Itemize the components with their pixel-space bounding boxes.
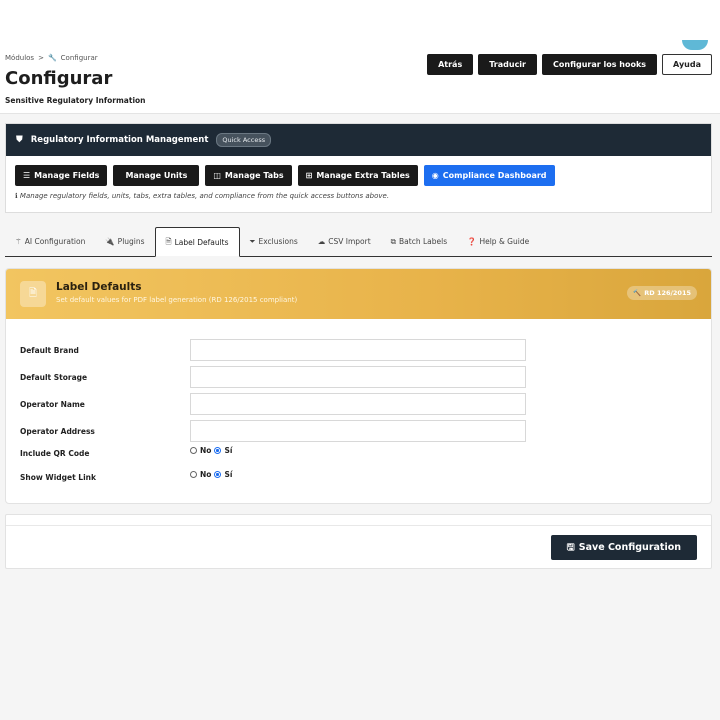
shield-icon: ⛊: [16, 135, 23, 145]
tab-label-defaults[interactable]: 🗎 Label Defaults: [154, 227, 240, 257]
include-qr-radio-group: No Sí: [190, 446, 232, 455]
form-row-operator-address: Operator Address: [20, 420, 526, 442]
floppy-disk-icon: 🖫: [566, 541, 575, 553]
default-storage-input[interactable]: [190, 366, 526, 388]
breadcrumb-separator: >: [38, 54, 44, 62]
operator-name-input[interactable]: [190, 393, 526, 415]
manage-tabs-button[interactable]: ◫ Manage Tabs: [205, 165, 292, 186]
rim-note: ℹ Manage regulatory fields, units, tabs,…: [6, 186, 711, 200]
rd-badge-label: RD 126/2015: [644, 289, 691, 297]
rim-panel: ⛊ Regulatory Information Management Quic…: [5, 123, 712, 213]
label-defaults-card: 🗎 Label Defaults Set default values for …: [5, 268, 712, 504]
default-brand-label: Default Brand: [20, 345, 79, 355]
form-row-include-qr: Include QR Code No Sí: [20, 446, 232, 458]
footer-panel: 🖫 Save Configuration: [5, 514, 712, 569]
page-subtitle: Sensitive Regulatory Information: [5, 96, 146, 105]
manage-units-label: Manage Units: [125, 171, 188, 180]
tab-batch-labels-label: Batch Labels: [399, 237, 448, 246]
tab-csv-import[interactable]: ☁ CSV Import: [308, 227, 381, 256]
manage-extra-tables-button[interactable]: ⊞ Manage Extra Tables: [297, 165, 418, 186]
toolbar: Atrás Traducir Configurar los hooks Ayud…: [427, 54, 712, 75]
translate-button[interactable]: Traducir: [478, 54, 537, 75]
table-icon: ⊞: [305, 171, 313, 180]
operator-address-input[interactable]: [190, 420, 526, 442]
form-row-show-widget: Show Widget Link No Sí: [20, 470, 232, 482]
tab-plugins[interactable]: 🔌 Plugins: [95, 227, 154, 256]
include-qr-label: Include QR Code: [20, 449, 90, 458]
hammer-icon: 🔨: [633, 289, 642, 297]
manage-fields-button[interactable]: ☰ Manage Fields: [15, 165, 108, 186]
window-icon: ◫: [213, 171, 221, 180]
default-storage-label: Default Storage: [20, 372, 88, 382]
plug-icon: 🔌: [105, 237, 115, 246]
card-title: Label Defaults: [56, 281, 142, 293]
tab-help-guide[interactable]: ❓ Help & Guide: [457, 227, 539, 256]
card-header: 🗎 Label Defaults Set default values for …: [6, 269, 711, 319]
tab-help-guide-label: Help & Guide: [479, 237, 530, 246]
tab-exclusions-label: Exclusions: [258, 237, 298, 246]
tab-plugins-label: Plugins: [117, 237, 145, 246]
tab-csv-import-label: CSV Import: [328, 237, 371, 246]
list-icon: ☰: [23, 171, 31, 180]
default-brand-input[interactable]: [190, 339, 526, 361]
include-qr-yes-radio[interactable]: [214, 447, 222, 454]
copy-icon: ⧉: [390, 236, 397, 246]
manage-tabs-label: Manage Tabs: [224, 171, 284, 180]
include-qr-no-label: No: [200, 446, 212, 455]
manage-units-button[interactable]: Manage Units: [113, 165, 200, 186]
compliance-dashboard-button[interactable]: ◉ Compliance Dashboard: [423, 165, 555, 186]
back-button[interactable]: Atrás: [427, 54, 474, 75]
configure-hooks-button[interactable]: Configurar los hooks: [542, 54, 658, 75]
cloud-upload-icon: ☁: [317, 237, 326, 246]
show-widget-yes-label: Sí: [224, 470, 233, 479]
form-row-default-storage: Default Storage: [20, 366, 526, 388]
rim-title: Regulatory Information Management: [30, 135, 209, 145]
corner-decoration: [682, 40, 708, 50]
show-widget-yes-radio[interactable]: [214, 471, 222, 478]
breadcrumb-root[interactable]: Módulos: [5, 54, 34, 62]
show-widget-no-radio[interactable]: [190, 471, 197, 478]
document-icon: 🗎: [20, 281, 46, 307]
include-qr-no-radio[interactable]: [190, 447, 197, 454]
magic-wand-icon: ⚚: [15, 237, 22, 246]
tab-ai-label: AI Configuration: [24, 237, 86, 246]
show-widget-label: Show Widget Link: [20, 473, 96, 482]
show-widget-no-label: No: [200, 470, 212, 479]
save-configuration-label: Save Configuration: [578, 542, 681, 553]
operator-address-label: Operator Address: [20, 426, 95, 436]
header-band: Módulos > 🔧 Configurar Configurar Sensit…: [0, 0, 720, 114]
help-button[interactable]: Ayuda: [662, 54, 712, 75]
tab-ai-configuration[interactable]: ⚚ AI Configuration: [5, 227, 95, 256]
breadcrumb: Módulos > 🔧 Configurar: [5, 54, 98, 62]
save-configuration-button[interactable]: 🖫 Save Configuration: [550, 535, 697, 560]
tab-bar: ⚚ AI Configuration 🔌 Plugins 🗎 Label Def…: [5, 226, 712, 257]
form-row-default-brand: Default Brand: [20, 339, 526, 361]
tab-exclusions[interactable]: ⏷ Exclusions: [240, 227, 308, 256]
card-subtitle: Set default values for PDF label generat…: [56, 296, 298, 304]
rim-header: ⛊ Regulatory Information Management Quic…: [6, 124, 711, 156]
operator-name-label: Operator Name: [20, 399, 85, 409]
quick-access-badge: Quick Access: [216, 133, 272, 147]
form-row-operator-name: Operator Name: [20, 393, 526, 415]
question-icon: ❓: [467, 237, 477, 246]
filter-icon: ⏷: [249, 236, 256, 246]
manage-extra-tables-label: Manage Extra Tables: [316, 171, 410, 180]
dashboard-icon: ◉: [431, 171, 439, 180]
rim-button-row: ☰ Manage Fields Manage Units ◫ Manage Ta…: [6, 156, 711, 186]
manage-fields-label: Manage Fields: [34, 171, 100, 180]
rim-note-text: Manage regulatory fields, units, tabs, e…: [19, 192, 390, 200]
page-title: Configurar: [5, 68, 113, 89]
info-icon: ℹ: [15, 192, 18, 200]
rd-badge: 🔨 RD 126/2015: [627, 286, 697, 300]
wrench-icon: 🔧: [47, 54, 57, 62]
include-qr-yes-label: Sí: [224, 446, 233, 455]
footer-divider: [6, 525, 711, 526]
page: Módulos > 🔧 Configurar Configurar Sensit…: [0, 0, 720, 720]
compliance-dashboard-label: Compliance Dashboard: [442, 171, 547, 180]
tab-label-defaults-label: Label Defaults: [174, 237, 229, 247]
tab-batch-labels[interactable]: ⧉ Batch Labels: [381, 227, 457, 256]
breadcrumb-current: Configurar: [60, 54, 98, 62]
file-icon: 🗎: [165, 236, 172, 246]
show-widget-radio-group: No Sí: [190, 470, 232, 479]
